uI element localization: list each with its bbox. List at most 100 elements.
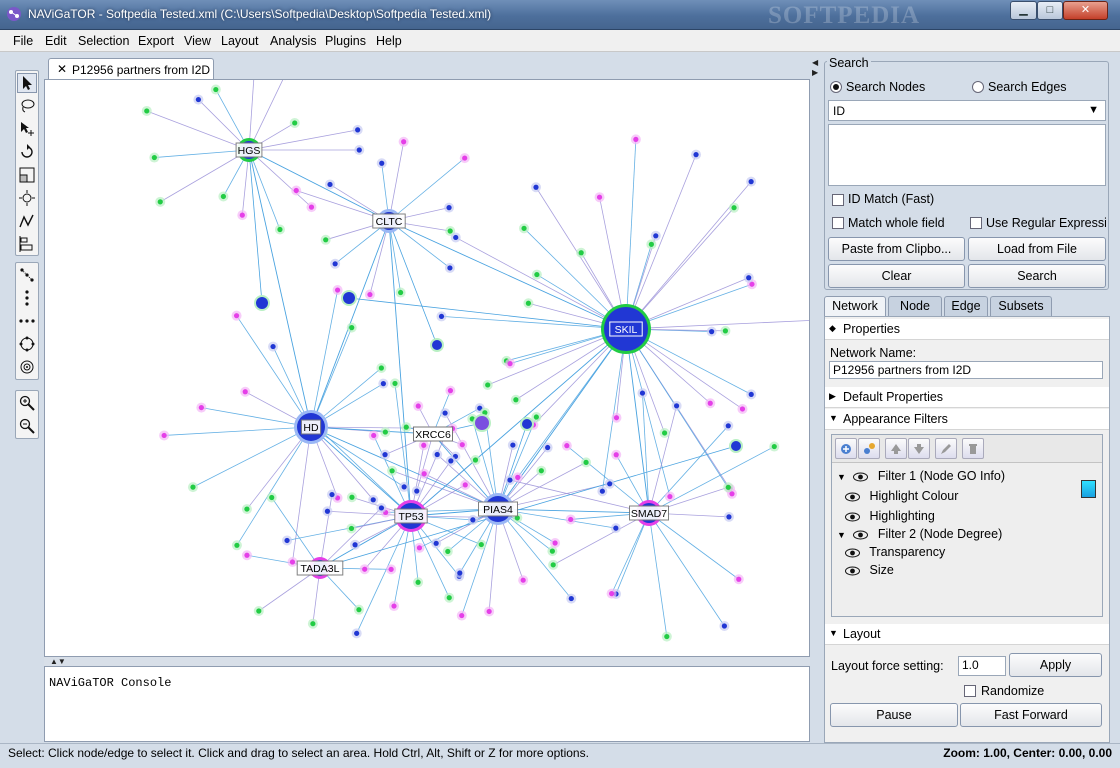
graph-edge[interactable] bbox=[146, 110, 250, 151]
graph-node[interactable] bbox=[234, 542, 240, 548]
graph-node[interactable] bbox=[661, 430, 668, 436]
graph-node[interactable] bbox=[356, 607, 362, 613]
graph-node[interactable] bbox=[195, 96, 202, 103]
appearance-filters-header[interactable]: ▼ Appearance Filters bbox=[825, 409, 1109, 430]
pause-button[interactable]: Pause bbox=[830, 703, 958, 727]
scale-icon[interactable] bbox=[17, 165, 37, 185]
path-icon[interactable] bbox=[17, 211, 37, 231]
graph-node[interactable] bbox=[244, 506, 250, 512]
load-file-button[interactable]: Load from File bbox=[968, 237, 1106, 261]
graph-node[interactable] bbox=[739, 406, 746, 412]
network-graph[interactable]: HGS CLTC SKIL HD XRCC6 TP53 PIAS4 SMAD7 TADA3L bbox=[45, 80, 809, 656]
add-filter-icon[interactable] bbox=[835, 438, 857, 459]
graph-edge[interactable] bbox=[648, 512, 740, 580]
network-name-field[interactable]: P12956 partners from I2D bbox=[829, 361, 1103, 379]
graph-edge[interactable] bbox=[497, 508, 572, 599]
graph-node[interactable] bbox=[722, 328, 729, 334]
graph-node[interactable] bbox=[633, 136, 639, 142]
graph-node[interactable] bbox=[475, 416, 489, 430]
graph-node[interactable] bbox=[144, 108, 150, 114]
graph-node[interactable] bbox=[448, 458, 454, 464]
graph-edge[interactable] bbox=[648, 512, 668, 637]
graph-node[interactable] bbox=[415, 403, 421, 409]
graph-edge[interactable] bbox=[648, 446, 775, 514]
fast-forward-button[interactable]: Fast Forward bbox=[960, 703, 1102, 727]
graph-edge[interactable] bbox=[348, 297, 627, 330]
graph-edge[interactable] bbox=[236, 315, 312, 428]
add-subfilter-icon[interactable] bbox=[858, 438, 880, 459]
graph-node[interactable] bbox=[613, 415, 620, 421]
graph-node[interactable] bbox=[568, 595, 574, 602]
graph-node[interactable] bbox=[343, 292, 355, 304]
graph-node[interactable] bbox=[731, 441, 741, 451]
graph-edge[interactable] bbox=[388, 157, 465, 222]
menu-help[interactable]: Help bbox=[376, 34, 402, 48]
graph-node[interactable] bbox=[401, 484, 407, 490]
tab-graph[interactable]: ✕ P12956 partners from I2D bbox=[48, 58, 214, 79]
match-whole-field-checkbox[interactable] bbox=[832, 217, 844, 229]
graph-node[interactable] bbox=[583, 459, 589, 465]
graph-edge[interactable] bbox=[248, 149, 312, 208]
graph-node[interactable] bbox=[414, 488, 420, 494]
move-node-icon[interactable] bbox=[17, 119, 37, 139]
zoom-in-icon[interactable] bbox=[17, 393, 37, 413]
side-splitter[interactable]: ◀ ▶ bbox=[810, 56, 822, 743]
graph-canvas[interactable]: HGS CLTC SKIL HD XRCC6 TP53 PIAS4 SMAD7 TADA3L bbox=[44, 79, 810, 657]
graph-edge[interactable] bbox=[164, 426, 312, 436]
graph-node[interactable] bbox=[242, 389, 248, 395]
properties-header[interactable]: ◆ Properties bbox=[825, 319, 1109, 340]
graph-node[interactable] bbox=[244, 552, 250, 558]
highlighting-row[interactable]: Highlighting bbox=[845, 509, 935, 527]
graph-node[interactable] bbox=[416, 545, 423, 551]
menu-plugins[interactable]: Plugins bbox=[325, 34, 366, 48]
console-panel[interactable]: NAViGaTOR Console bbox=[44, 666, 810, 742]
graph-node[interactable] bbox=[599, 488, 605, 494]
graph-edge[interactable] bbox=[248, 149, 263, 304]
layout-header[interactable]: ▼ Layout bbox=[825, 624, 1109, 645]
graph-edge[interactable] bbox=[192, 426, 312, 488]
graph-node[interactable] bbox=[362, 566, 368, 572]
graph-node[interactable] bbox=[667, 493, 673, 500]
graph-node[interactable] bbox=[324, 508, 331, 514]
layout-linear-icon[interactable] bbox=[17, 265, 37, 285]
graph-node[interactable] bbox=[438, 313, 445, 320]
graph-node[interactable] bbox=[462, 482, 468, 488]
graph-node[interactable] bbox=[389, 468, 395, 474]
graph-node[interactable] bbox=[522, 419, 532, 429]
graph-edge[interactable] bbox=[625, 328, 733, 495]
graph-node[interactable] bbox=[256, 297, 268, 309]
graph-edge[interactable] bbox=[271, 497, 321, 569]
console-splitter[interactable]: ▲▼ bbox=[44, 657, 810, 666]
graph-node[interactable] bbox=[673, 403, 680, 409]
layout-circle-icon[interactable] bbox=[17, 334, 37, 354]
graph-node[interactable] bbox=[220, 193, 226, 200]
graph-edge[interactable] bbox=[455, 237, 627, 330]
graph-node[interactable] bbox=[725, 484, 731, 490]
graph-node[interactable] bbox=[462, 155, 468, 161]
menu-view[interactable]: View bbox=[184, 34, 211, 48]
graph-node[interactable] bbox=[239, 212, 245, 218]
graph-node[interactable] bbox=[356, 147, 362, 153]
graph-node[interactable] bbox=[327, 181, 333, 188]
graph-node[interactable] bbox=[289, 559, 296, 565]
graph-node[interactable] bbox=[721, 623, 727, 629]
graph-node[interactable] bbox=[538, 468, 544, 474]
graph-node[interactable] bbox=[161, 432, 167, 439]
select-pointer-icon[interactable] bbox=[17, 73, 37, 93]
move-down-icon[interactable] bbox=[908, 438, 930, 459]
graph-node[interactable] bbox=[379, 160, 385, 166]
graph-node[interactable] bbox=[552, 540, 558, 546]
graph-node[interactable] bbox=[459, 442, 465, 448]
graph-node[interactable] bbox=[233, 313, 240, 319]
graph-node[interactable] bbox=[568, 516, 574, 523]
graph-node[interactable] bbox=[726, 514, 732, 520]
graph-node[interactable] bbox=[151, 154, 157, 161]
graph-node[interactable] bbox=[391, 603, 397, 609]
graph-node[interactable] bbox=[513, 397, 519, 403]
graph-node[interactable] bbox=[256, 608, 262, 614]
match-whole-field-label[interactable]: Match whole field bbox=[848, 216, 945, 230]
graph-node[interactable] bbox=[520, 577, 526, 583]
graph-edge[interactable] bbox=[356, 515, 412, 634]
search-edges-radio[interactable] bbox=[972, 81, 984, 93]
graph-node[interactable] bbox=[485, 382, 491, 388]
